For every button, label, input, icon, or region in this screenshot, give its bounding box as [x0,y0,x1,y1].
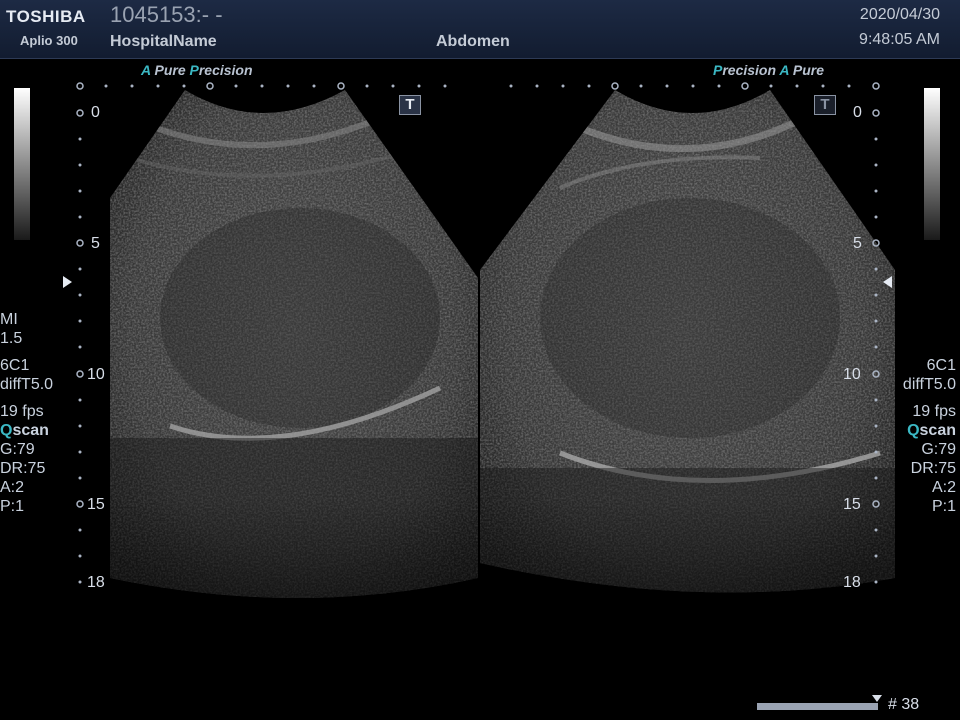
frame-rate: 19 fps [0,403,44,420]
qscan-label: Qscan [0,422,49,439]
depth-label-right-15: 15 [843,496,861,513]
right-grayscale-bar [924,88,940,240]
hospital-name: HospitalName [110,33,217,50]
depth-label-right-5: 5 [853,235,862,252]
gain-value: G:79 [0,441,35,458]
depth-label-left-0: 0 [91,104,100,121]
left-image-mode-label: A Pure Precision [141,62,253,78]
mi-label: MI [0,311,18,328]
left-param-panel: MI 1.5 6C1 diffT5.0 19 fps Qscan G:79 DR… [0,310,53,516]
preset-name: diffT5.0 [0,376,54,393]
header-bar: TOSHIBA Aplio 300 1045153:- - HospitalNa… [0,0,960,59]
apure-pure: Pure [792,62,825,78]
cine-frame-number: # 38 [888,696,920,713]
depth-label-right-18: 18 [843,574,861,591]
frame-rate: 19 fps [912,403,956,420]
depth-label-left-15: 15 [87,496,105,513]
apure-a: A [779,62,790,78]
left-ultrasound-image [110,90,478,598]
lateral-scale [76,82,880,90]
precision-p: P [189,62,199,78]
right-param-panel: 6C1 diffT5.0 19 fps Qscan G:79 DR:75 A:2… [903,356,956,516]
depth-label-left-18: 18 [87,574,105,591]
mi-value: 1.5 [0,330,23,347]
probe-name: 6C1 [0,357,30,374]
a-value: A:2 [0,479,25,496]
exam-date: 2020/04/30 [859,6,940,23]
a-value: A:2 [931,479,956,496]
device-model: Aplio 300 [20,33,78,48]
dynamic-range-value: DR:75 [0,460,46,477]
left-grayscale-bar [14,88,30,240]
right-image-t-button[interactable]: T [814,95,836,115]
probe-name: 6C1 [926,357,956,374]
exam-type: Abdomen [436,33,510,50]
right-ultrasound-image [480,90,895,593]
patient-id: 1045153:- - [110,2,223,27]
right-image-mode-label: Precision A Pure [713,62,824,78]
precision-p: P [713,62,723,78]
precision-rest: recision [198,62,253,78]
depth-label-left-10: 10 [87,366,105,383]
depth-label-left-5: 5 [91,235,100,252]
cine-position-marker[interactable] [872,695,882,702]
gain-value: G:79 [921,441,956,458]
p-value: P:1 [931,498,956,515]
brand-logo: TOSHIBA [6,7,86,26]
depth-label-right-0: 0 [853,104,862,121]
right-focus-marker[interactable] [883,276,892,288]
depth-label-right-10: 10 [843,366,861,383]
left-focus-marker[interactable] [63,276,72,288]
preset-name: diffT5.0 [902,376,956,393]
precision-rest: recision [722,62,777,78]
left-image-t-button[interactable]: T [399,95,421,115]
apure-a: A [141,62,151,78]
cine-progress-bar[interactable] [757,703,878,710]
dynamic-range-value: DR:75 [910,460,956,477]
qscan-label: Qscan [907,422,956,439]
ultrasound-dual-view [76,82,895,598]
apure-pure: Pure [154,62,186,78]
exam-time: 9:48:05 AM [859,31,940,48]
p-value: P:1 [0,498,25,515]
